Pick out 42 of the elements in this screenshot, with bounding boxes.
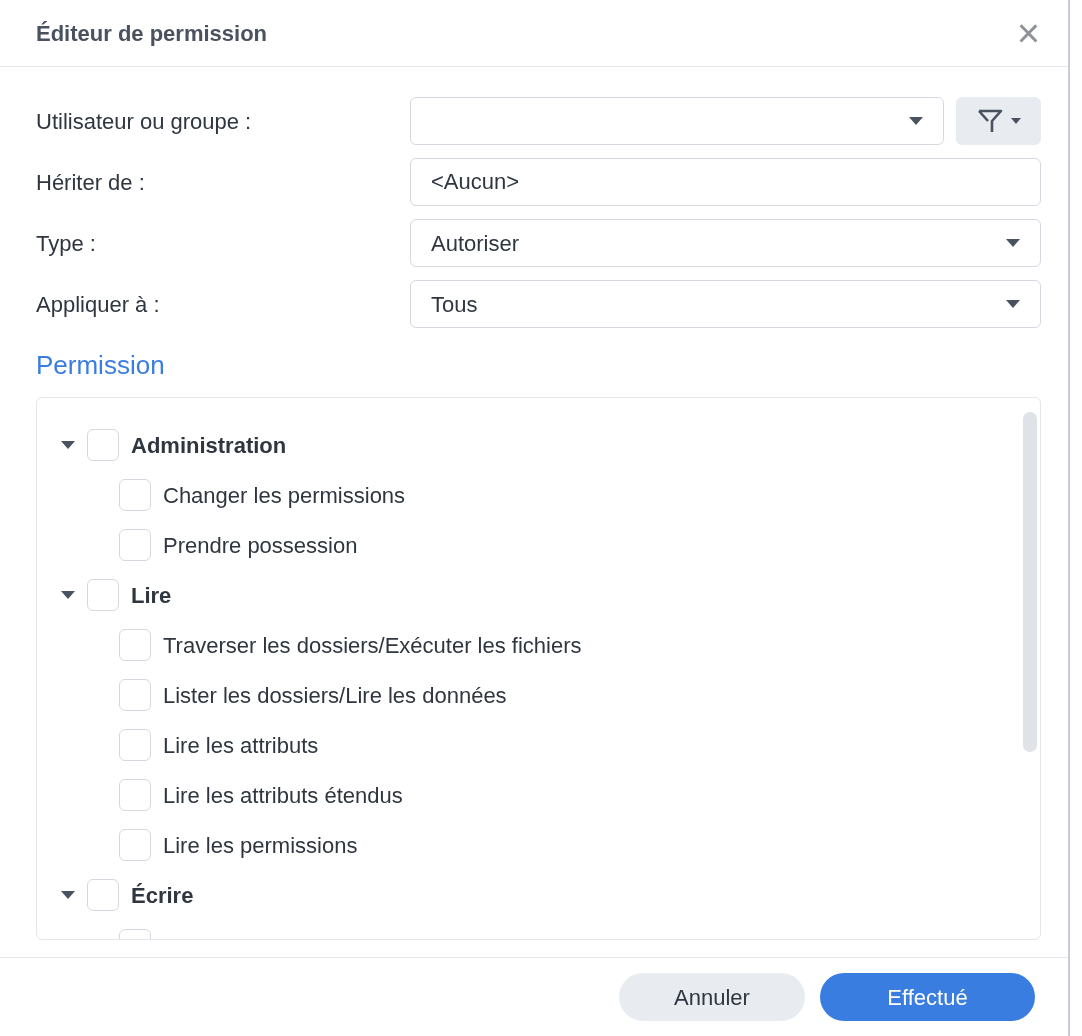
checkbox[interactable]	[87, 579, 119, 611]
checkbox[interactable]	[119, 479, 151, 511]
expand-caret-icon[interactable]	[61, 441, 75, 449]
permission-label: Lire	[131, 581, 172, 610]
permission-label: Traverser les dossiers/Exécuter les fichiers	[163, 631, 582, 660]
field-label: Hériter de :	[36, 168, 146, 197]
permission-label: Prendre possession	[163, 531, 358, 560]
checkbox[interactable]	[119, 529, 151, 561]
select-dropdown[interactable]: Tous	[410, 280, 1041, 328]
field-label: Utilisateur ou groupe :	[36, 107, 253, 136]
permission-label: Changer les permissions	[163, 481, 406, 510]
select-dropdown[interactable]: Autoriser	[410, 219, 1041, 267]
permission-label: Lister les dossiers/Lire les données	[163, 681, 507, 710]
window-title: Éditeur de permission	[36, 19, 268, 48]
field-label: Appliquer à :	[36, 290, 161, 319]
caret-icon	[1006, 239, 1020, 247]
field-label: Type :	[36, 229, 97, 258]
cancel-button[interactable]: Annuler	[619, 973, 805, 1021]
checkbox[interactable]	[119, 629, 151, 661]
done-button[interactable]: Effectué	[820, 973, 1035, 1021]
caret-icon	[1010, 118, 1021, 124]
expand-caret-icon[interactable]	[61, 891, 75, 899]
permission-label: Lire les attributs étendus	[163, 781, 403, 810]
scrollbar[interactable]	[1023, 412, 1037, 752]
checkbox[interactable]	[119, 729, 151, 761]
checkbox[interactable]	[119, 679, 151, 711]
filter-button[interactable]	[956, 97, 1041, 145]
caret-icon	[909, 117, 923, 125]
caret-icon	[1006, 300, 1020, 308]
permission-label: Écrire	[131, 881, 194, 910]
permission-label: Administration	[131, 431, 287, 460]
section-title: Permission	[36, 349, 166, 382]
user-group-dropdown[interactable]	[410, 97, 944, 145]
checkbox[interactable]	[119, 779, 151, 811]
expand-caret-icon[interactable]	[61, 591, 75, 599]
checkbox[interactable]	[87, 429, 119, 461]
checkbox[interactable]	[87, 879, 119, 911]
permission-label: Lire les permissions	[163, 831, 358, 860]
inherit-field[interactable]: <Aucun>	[410, 158, 1041, 206]
filter-icon	[976, 108, 1003, 134]
permission-label: Lire les attributs	[163, 731, 319, 760]
checkbox[interactable]	[119, 829, 151, 861]
